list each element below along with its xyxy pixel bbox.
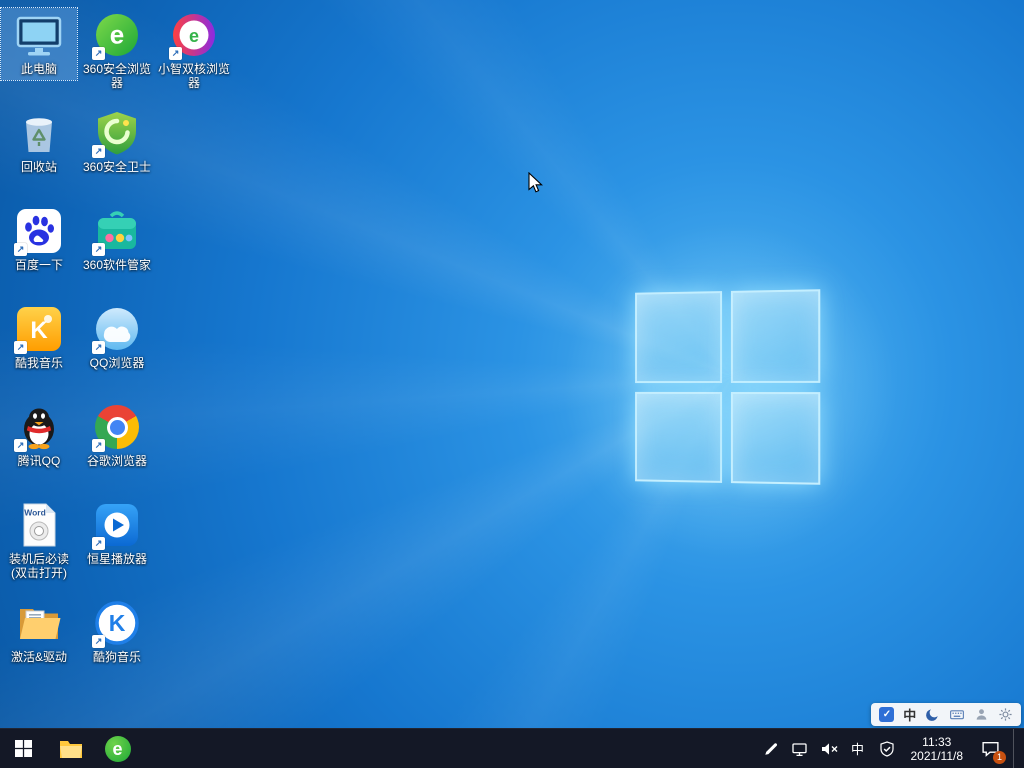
shortcut-arrow-icon: ↗ (92, 635, 105, 648)
windows-logo-pane (730, 391, 821, 485)
svg-text:e: e (189, 26, 199, 46)
desktop-icon-label: 小智双核浏览器 (157, 62, 230, 90)
360-browser-icon: e ↗ (92, 11, 141, 60)
this-pc-icon (15, 11, 63, 59)
show-desktop-button[interactable] (1013, 728, 1018, 768)
clock-date: 2021/11/8 (910, 748, 964, 763)
start-icon (15, 740, 32, 757)
desktop-icon-this-pc[interactable]: 此电脑 (0, 7, 78, 81)
shortcut-arrow-icon: ↗ (14, 439, 27, 452)
kugou-music-icon: K ↗ (92, 599, 141, 648)
shortcut-arrow-icon: ↗ (14, 243, 27, 256)
clock-time: 11:33 (922, 734, 952, 749)
start-button[interactable] (0, 729, 47, 768)
shortcut-arrow-icon: ↗ (169, 47, 182, 60)
360-browser-icon: e (104, 735, 131, 762)
desktop-icon-label: 酷我音乐 (14, 356, 63, 370)
desktop-icon-kuwo-music[interactable]: K ↗ 酷我音乐 (1, 302, 77, 374)
moon-icon[interactable] (925, 707, 940, 722)
desktop-icon-label: 酷狗音乐 (92, 650, 141, 664)
tencent-qq-icon: ↗ (14, 403, 63, 452)
desktop-icon-label: 激活&驱动 (10, 650, 67, 664)
shortcut-arrow-icon: ↗ (92, 537, 105, 550)
ime-language-indicator[interactable]: 中 (849, 740, 867, 757)
windows-logo (635, 289, 821, 485)
mouse-cursor (528, 172, 543, 193)
recycle-bin-icon (15, 109, 63, 157)
desktop-icon-360-safeguard[interactable]: ↗ 360安全卫士 (79, 106, 155, 178)
desktop-icon-activation-drivers[interactable]: 激活&驱动 (1, 596, 77, 668)
folder-icon (15, 599, 63, 647)
desktop-icon-label: 装机后必读(双击打开) (8, 552, 69, 580)
desktop-icon-360-software-manager[interactable]: ↗ 360软件管家 (79, 204, 155, 276)
desktop-icon-label: QQ浏览器 (89, 356, 145, 370)
desktop-icon-kugou-music[interactable]: K ↗ 酷狗音乐 (79, 596, 155, 668)
clock[interactable]: 11:33 2021/11/8 (911, 735, 964, 763)
desktop-icon-chrome[interactable]: ↗ 谷歌浏览器 (79, 400, 155, 472)
desktop-icon-label: 360软件管家 (82, 258, 152, 272)
desktop-icon-label: 腾讯QQ (17, 454, 61, 468)
notification-badge: 1 (993, 750, 1006, 764)
user-icon[interactable] (974, 707, 989, 722)
desktop-icon-label: 谷歌浏览器 (86, 454, 147, 468)
chrome-icon: ↗ (92, 403, 141, 452)
windows-logo-pane (635, 391, 722, 483)
desktop-icon-label: 360安全卫士 (82, 160, 152, 174)
file-explorer-icon (59, 740, 82, 758)
desktop-icon-readme-doc[interactable]: Word 装机后必读(双击打开) (1, 498, 77, 584)
kuwo-music-icon: K ↗ (14, 305, 63, 354)
desktop-icon-label: 360安全浏览器 (82, 62, 152, 90)
windows-logo-pane (635, 291, 722, 383)
baidu-icon: ↗ (14, 207, 63, 256)
action-center-button[interactable]: 1 (978, 737, 1006, 764)
desktop-icon-recycle-bin[interactable]: 回收站 (1, 106, 77, 178)
desktop-icon-baidu[interactable]: ↗ 百度一下 (1, 204, 77, 276)
desktop-icon-label: 恒星播放器 (86, 552, 147, 566)
word-document-icon: Word (15, 501, 63, 549)
desktop-icon-label: 回收站 (20, 160, 57, 174)
volume-muted-icon[interactable] (820, 740, 838, 757)
network-icon[interactable] (791, 740, 809, 757)
xiaozhi-browser-icon: e ↗ (169, 11, 218, 60)
360-software-manager-icon: ↗ (92, 207, 141, 256)
360-safeguard-shield-icon: ↗ (92, 109, 141, 158)
ime-mode-chinese[interactable]: 中 (903, 705, 916, 724)
shortcut-arrow-icon: ↗ (92, 439, 105, 452)
desktop-icon-star-player[interactable]: ↗ 恒星播放器 (79, 498, 155, 570)
desktop-icon-label: 此电脑 (20, 62, 57, 76)
desktop-icon-xiaozhi-browser[interactable]: e ↗ 小智双核浏览器 (156, 8, 232, 94)
svg-text:Word: Word (24, 508, 46, 518)
desktop-icon-tencent-qq[interactable]: ↗ 腾讯QQ (1, 400, 77, 472)
desktop-icon-label: 百度一下 (14, 258, 63, 272)
file-explorer-button[interactable] (47, 729, 94, 768)
ime-toolbar[interactable]: ✓ 中 (871, 703, 1021, 726)
pen-icon[interactable] (762, 740, 780, 757)
svg-text:e: e (110, 20, 124, 50)
system-tray: 中 11:33 2021/11/8 1 (762, 728, 1024, 768)
star-player-icon: ↗ (92, 501, 141, 550)
keyboard-icon[interactable] (949, 707, 965, 722)
shortcut-arrow-icon: ↗ (92, 47, 105, 60)
360-browser-taskbar-button[interactable]: e (94, 729, 141, 768)
shortcut-arrow-icon: ↗ (14, 341, 27, 354)
settings-gear-icon[interactable] (998, 707, 1013, 722)
svg-text:K: K (109, 610, 126, 636)
qq-browser-icon: ↗ (92, 305, 141, 354)
desktop-icon-qq-browser[interactable]: ↗ QQ浏览器 (79, 302, 155, 374)
shortcut-arrow-icon: ↗ (92, 341, 105, 354)
security-shield-check-icon[interactable] (878, 740, 896, 757)
taskbar: e 中 11:33 2021/11/8 1 (0, 728, 1024, 768)
desktop[interactable]: 此电脑 回收站 ↗ 百度一下 K ↗ 酷我音乐 ↗ 腾讯QQ Word 装机后必… (0, 0, 1024, 768)
ime-logo-icon[interactable]: ✓ (879, 707, 895, 722)
windows-logo-pane (730, 289, 821, 383)
shortcut-arrow-icon: ↗ (92, 145, 105, 158)
shortcut-arrow-icon: ↗ (92, 243, 105, 256)
desktop-icon-360-browser[interactable]: e ↗ 360安全浏览器 (79, 8, 155, 94)
